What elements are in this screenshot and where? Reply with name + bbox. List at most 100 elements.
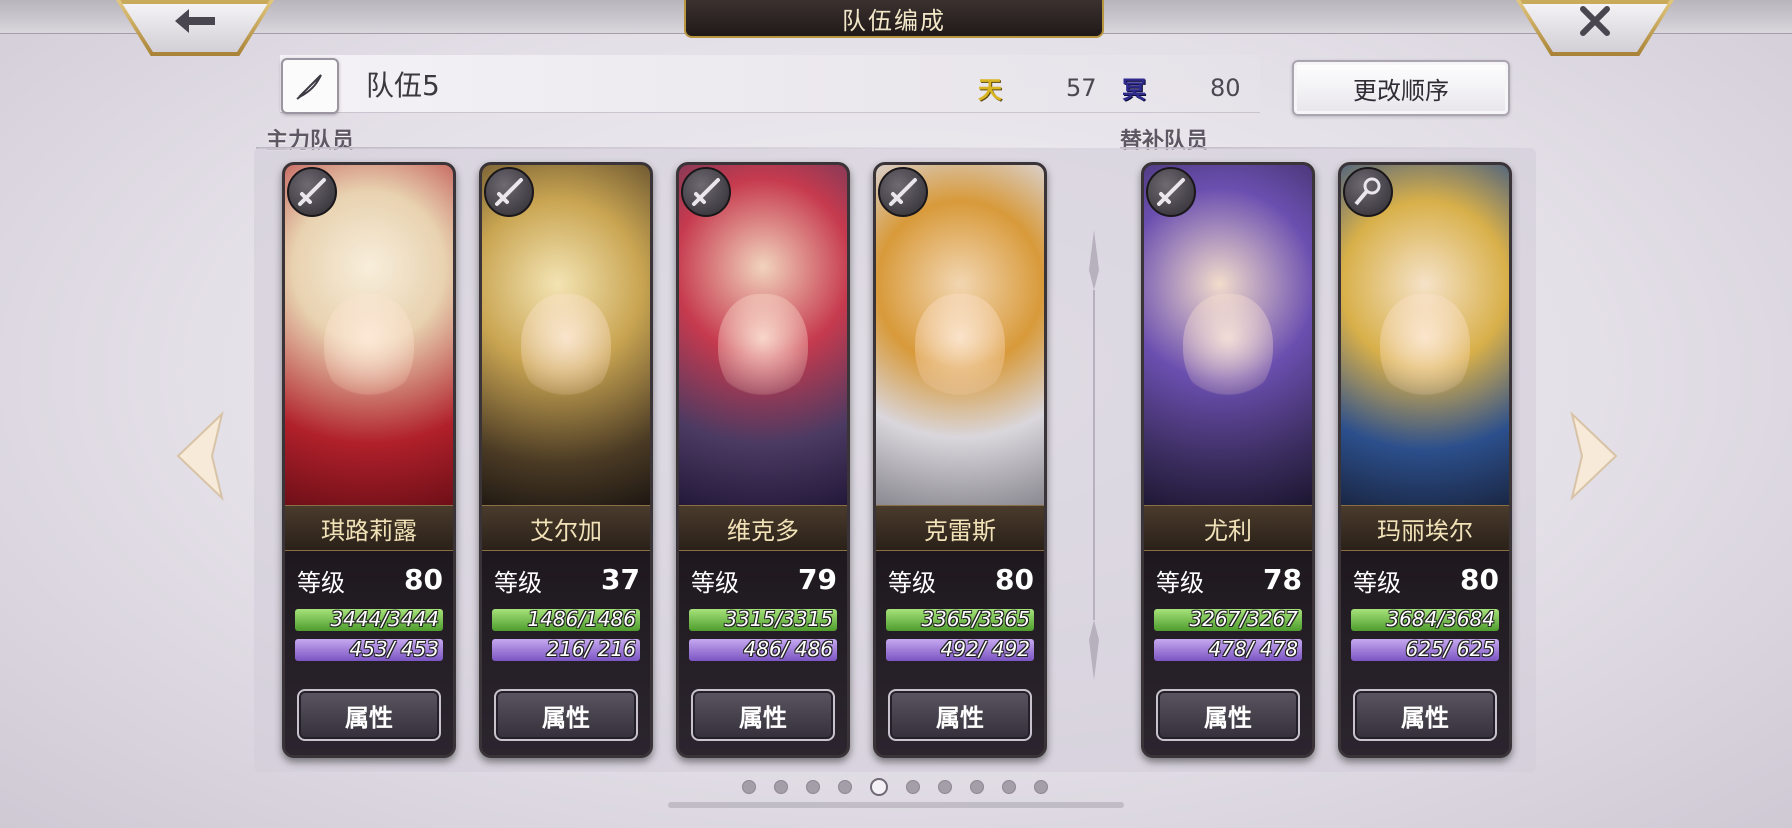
team-name: 队伍5 bbox=[366, 69, 440, 102]
page-dot[interactable] bbox=[742, 780, 756, 794]
dark-badge: 冥 bbox=[1122, 76, 1146, 104]
character-face bbox=[521, 294, 611, 405]
level-label: 等级 bbox=[888, 569, 936, 597]
page-dot-active[interactable] bbox=[870, 778, 888, 796]
next-team-arrow-icon[interactable] bbox=[1568, 410, 1620, 502]
level-label: 等级 bbox=[1156, 569, 1204, 597]
level-value: 80 bbox=[404, 563, 443, 596]
page-dot[interactable] bbox=[838, 780, 852, 794]
character-name: 克雷斯 bbox=[876, 505, 1044, 551]
member-card[interactable]: 克雷斯等级 80 3365/3365 492/ 492 属性 bbox=[873, 162, 1047, 758]
character-face bbox=[1183, 294, 1273, 405]
home-indicator bbox=[668, 802, 1124, 808]
hp-value: 1486/1486 bbox=[527, 607, 636, 631]
sword-icon bbox=[681, 167, 731, 217]
level-label: 等级 bbox=[1353, 569, 1401, 597]
level-value: 78 bbox=[1263, 563, 1302, 596]
character-face bbox=[1380, 294, 1470, 405]
character-name: 玛丽埃尔 bbox=[1341, 505, 1509, 551]
page-dot[interactable] bbox=[970, 780, 984, 794]
character-face bbox=[324, 294, 414, 405]
character-face bbox=[915, 294, 1005, 405]
prev-team-arrow-icon[interactable] bbox=[174, 410, 226, 502]
character-face bbox=[718, 294, 808, 405]
mp-bar: 216/ 216 bbox=[492, 637, 640, 661]
hp-bar: 3365/3365 bbox=[886, 607, 1034, 631]
level-row: 等级 79 bbox=[691, 563, 837, 598]
mp-bar: 492/ 492 bbox=[886, 637, 1034, 661]
mp-value: 453/ 453 bbox=[349, 637, 439, 661]
attribute-button[interactable]: 属性 bbox=[1156, 689, 1300, 741]
attribute-button[interactable]: 属性 bbox=[691, 689, 835, 741]
level-row: 等级 80 bbox=[297, 563, 443, 598]
team-pagination bbox=[742, 778, 1048, 796]
page-dot[interactable] bbox=[1002, 780, 1016, 794]
edit-team-name-button[interactable] bbox=[281, 58, 339, 114]
page-dot[interactable] bbox=[774, 780, 788, 794]
level-label: 等级 bbox=[494, 569, 542, 597]
sky-badge: 天 bbox=[978, 76, 1002, 104]
page-dot[interactable] bbox=[938, 780, 952, 794]
attribute-button[interactable]: 属性 bbox=[494, 689, 638, 741]
character-stats: 等级 80 3365/3365 492/ 492 属性 bbox=[876, 551, 1044, 755]
sword-icon bbox=[484, 167, 534, 217]
sword-icon bbox=[287, 167, 337, 217]
page-dot[interactable] bbox=[906, 780, 920, 794]
level-row: 等级 37 bbox=[494, 563, 640, 598]
level-value: 37 bbox=[601, 563, 640, 596]
member-card[interactable]: 玛丽埃尔等级 80 3684/3684 625/ 625 属性 bbox=[1338, 162, 1512, 758]
member-card[interactable]: 艾尔加等级 37 1486/1486 216/ 216 属性 bbox=[479, 162, 653, 758]
level-value: 80 bbox=[995, 563, 1034, 596]
page-title: 队伍编成 bbox=[684, 0, 1104, 38]
level-label: 等级 bbox=[297, 569, 345, 597]
level-label: 等级 bbox=[691, 569, 739, 597]
feather-pen-icon bbox=[296, 74, 322, 100]
page-dot[interactable] bbox=[806, 780, 820, 794]
attribute-button[interactable]: 属性 bbox=[888, 689, 1032, 741]
attribute-button[interactable]: 属性 bbox=[1353, 689, 1497, 741]
character-stats: 等级 37 1486/1486 216/ 216 属性 bbox=[482, 551, 650, 755]
member-card[interactable]: 琪路莉露等级 80 3444/3444 453/ 453 属性 bbox=[282, 162, 456, 758]
character-name: 维克多 bbox=[679, 505, 847, 551]
level-row: 等级 80 bbox=[888, 563, 1034, 598]
character-name: 尤利 bbox=[1144, 505, 1312, 551]
attribute-button[interactable]: 属性 bbox=[297, 689, 441, 741]
level-row: 等级 80 bbox=[1353, 563, 1499, 598]
sword-icon bbox=[1146, 167, 1196, 217]
hp-bar: 3267/3267 bbox=[1154, 607, 1302, 631]
character-stats: 等级 79 3315/3315 486/ 486 属性 bbox=[679, 551, 847, 755]
hp-bar: 1486/1486 bbox=[492, 607, 640, 631]
level-row: 等级 78 bbox=[1156, 563, 1302, 598]
close-icon bbox=[1580, 6, 1610, 36]
sky-value: 57 bbox=[1066, 74, 1097, 102]
hp-bar: 3444/3444 bbox=[295, 607, 443, 631]
mp-bar: 486/ 486 bbox=[689, 637, 837, 661]
hp-value: 3684/3684 bbox=[1386, 607, 1495, 631]
hp-bar: 3684/3684 bbox=[1351, 607, 1499, 631]
page-dot[interactable] bbox=[1034, 780, 1048, 794]
mp-bar: 625/ 625 bbox=[1351, 637, 1499, 661]
hp-value: 3444/3444 bbox=[330, 607, 439, 631]
member-card[interactable]: 维克多等级 79 3315/3315 486/ 486 属性 bbox=[676, 162, 850, 758]
reorder-button[interactable]: 更改顺序 bbox=[1292, 60, 1510, 116]
hp-bar: 3315/3315 bbox=[689, 607, 837, 631]
character-stats: 等级 80 3684/3684 625/ 625 属性 bbox=[1341, 551, 1509, 755]
mp-value: 478/ 478 bbox=[1208, 637, 1298, 661]
hp-value: 3315/3315 bbox=[724, 607, 833, 631]
character-name: 艾尔加 bbox=[482, 505, 650, 551]
back-arrow-icon bbox=[175, 9, 215, 33]
dark-value: 80 bbox=[1210, 74, 1241, 102]
hp-value: 3267/3267 bbox=[1189, 607, 1298, 631]
member-card[interactable]: 尤利等级 78 3267/3267 478/ 478 属性 bbox=[1141, 162, 1315, 758]
section-divider bbox=[1089, 230, 1099, 680]
level-value: 79 bbox=[798, 563, 837, 596]
character-stats: 等级 78 3267/3267 478/ 478 属性 bbox=[1144, 551, 1312, 755]
close-button[interactable] bbox=[1520, 0, 1670, 52]
back-button[interactable] bbox=[120, 0, 270, 52]
sword-icon bbox=[878, 167, 928, 217]
mp-value: 625/ 625 bbox=[1405, 637, 1495, 661]
mp-value: 492/ 492 bbox=[940, 637, 1030, 661]
character-stats: 等级 80 3444/3444 453/ 453 属性 bbox=[285, 551, 453, 755]
staff-icon bbox=[1343, 167, 1393, 217]
character-name: 琪路莉露 bbox=[285, 505, 453, 551]
